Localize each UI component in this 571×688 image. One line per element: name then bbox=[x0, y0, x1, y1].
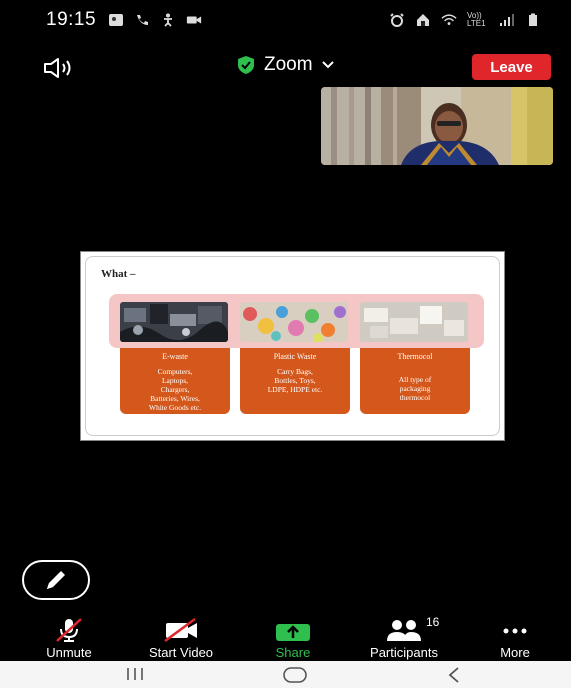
image-icon bbox=[109, 14, 124, 26]
unmute-button[interactable]: Unmute bbox=[36, 617, 102, 660]
share-button[interactable]: Share bbox=[266, 617, 320, 660]
status-right-icons: Vo)) LTE1 bbox=[389, 12, 541, 28]
thermocol-card: Thermocol All type of packaging thermoco… bbox=[360, 348, 470, 414]
share-screen-icon bbox=[276, 624, 310, 641]
more-label: More bbox=[500, 645, 530, 660]
meeting-toolbar: Unmute Start Video Share 16 Participants… bbox=[0, 615, 571, 661]
card-line: packaging bbox=[399, 384, 431, 393]
home-circle-icon bbox=[283, 667, 307, 683]
leave-button[interactable]: Leave bbox=[472, 54, 551, 80]
start-video-button[interactable]: Start Video bbox=[136, 617, 226, 660]
participants-count-badge: 16 bbox=[426, 615, 440, 629]
back-arrow-icon bbox=[448, 667, 459, 683]
card-line: Carry Bags, bbox=[277, 367, 313, 376]
card-line: White Goods etc. bbox=[148, 403, 202, 412]
video-camera-icon bbox=[186, 16, 202, 24]
more-button[interactable]: More bbox=[490, 617, 540, 660]
start-video-label: Start Video bbox=[148, 645, 214, 660]
system-navigation-bar bbox=[0, 661, 571, 688]
card-body: All type of packaging thermocol bbox=[360, 375, 470, 402]
recent-apps-icon bbox=[127, 668, 143, 680]
card-title: Thermocol bbox=[397, 352, 433, 361]
wifi-icon bbox=[441, 14, 457, 25]
self-video-thumbnail[interactable] bbox=[321, 87, 553, 165]
pencil-icon bbox=[47, 571, 65, 589]
card-body: Computers, Laptops, Chargers, Batteries,… bbox=[120, 367, 230, 412]
participant-video-image bbox=[321, 87, 553, 165]
slide-title: What – bbox=[101, 268, 136, 280]
meeting-top-bar: Zoom Leave bbox=[0, 48, 571, 88]
recent-apps-button[interactable] bbox=[124, 666, 146, 687]
card-line: LDPE, HDPE etc. bbox=[267, 385, 323, 394]
phone-call-icon bbox=[137, 15, 149, 25]
participants-label: Participants bbox=[370, 645, 438, 660]
shared-screen[interactable]: What – E-waste Computers, Laptops, Charg… bbox=[80, 251, 505, 441]
participants-button[interactable]: 16 Participants bbox=[356, 615, 452, 660]
back-button[interactable] bbox=[446, 666, 462, 688]
meeting-title-button[interactable]: Zoom bbox=[236, 54, 335, 76]
status-left-icons bbox=[108, 13, 202, 27]
accessibility-icon bbox=[164, 13, 173, 27]
annotate-button[interactable] bbox=[22, 560, 90, 600]
card-line: Chargers, bbox=[160, 385, 190, 394]
home-button[interactable] bbox=[282, 666, 308, 688]
more-icon bbox=[503, 628, 527, 634]
card-title: E-waste bbox=[162, 352, 188, 361]
muted-microphone-icon bbox=[56, 618, 82, 642]
card-line: Computers, bbox=[157, 367, 193, 376]
card-line: thermocol bbox=[399, 393, 431, 402]
card-line: Bottles, Toys, bbox=[274, 376, 316, 385]
shield-icon bbox=[238, 56, 254, 74]
e-waste-card: E-waste Computers, Laptops, Chargers, Ba… bbox=[120, 348, 230, 414]
signal-icon bbox=[500, 14, 514, 26]
alarm-icon bbox=[390, 13, 404, 27]
unmute-label: Unmute bbox=[46, 645, 92, 660]
card-body: Carry Bags, Bottles, Toys, LDPE, HDPE et… bbox=[240, 367, 350, 394]
meeting-title: Zoom bbox=[264, 54, 313, 75]
plastic-waste-card: Plastic Waste Carry Bags, Bottles, Toys,… bbox=[240, 348, 350, 414]
home-icon bbox=[417, 14, 429, 26]
speaker-icon bbox=[44, 58, 71, 78]
status-time: 19:15 bbox=[46, 9, 97, 30]
card-line: Batteries, Wires, bbox=[150, 394, 200, 403]
card-line: All type of bbox=[398, 375, 432, 384]
video-off-icon bbox=[164, 617, 197, 643]
status-bar: 19:15 Vo)) LTE1 bbox=[0, 0, 571, 40]
card-title: Plastic Waste bbox=[273, 352, 317, 361]
thermocol-image bbox=[360, 302, 468, 342]
card-line: Laptops, bbox=[161, 376, 189, 385]
plastic-waste-image bbox=[240, 302, 348, 342]
participants-icon bbox=[387, 620, 421, 641]
share-label: Share bbox=[275, 645, 311, 660]
speaker-button[interactable] bbox=[42, 56, 78, 80]
e-waste-image bbox=[120, 302, 228, 342]
battery-icon bbox=[529, 13, 537, 26]
chevron-down-icon bbox=[321, 61, 334, 69]
network-label: Vo)) LTE1 bbox=[467, 11, 486, 28]
